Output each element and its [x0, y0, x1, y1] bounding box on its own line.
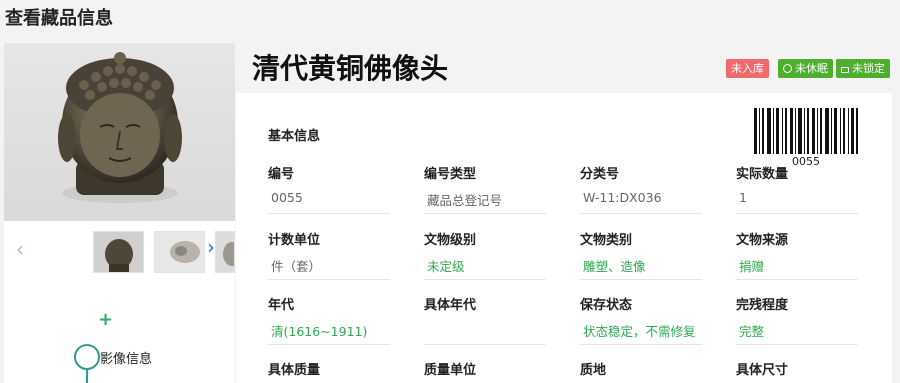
barcode-number: 0055: [792, 155, 820, 168]
field-divider: [736, 344, 858, 345]
section-title: 基本信息: [268, 129, 321, 144]
object-header: 清代黄铜佛像头 未入库 未休眠 未锁定: [236, 43, 900, 93]
object-thumb-icon: [216, 232, 234, 272]
barcode-icon: [754, 108, 858, 154]
field-value: 状态稳定，不需修复: [583, 324, 696, 339]
thumbnail-strip: ‹ ›: [4, 229, 235, 273]
field-divider: [268, 279, 390, 280]
field-divider: [424, 344, 546, 345]
field-label: 具体质量: [268, 363, 321, 378]
chevron-right-icon[interactable]: ›: [207, 235, 215, 259]
status-badge-sleep: 未休眠: [778, 59, 833, 78]
status-badge-sleep-label: 未休眠: [795, 62, 828, 75]
object-thumb-icon: [155, 232, 204, 272]
field-label: 年代: [268, 298, 295, 313]
field-divider: [268, 344, 390, 345]
basic-info-card: 基本信息 0055 编号 0055 编号类型藏品总登记号 分类号 W-11:DX036 实…: [236, 93, 892, 383]
field-label: 编号: [268, 167, 295, 182]
status-badge-lock: 未锁定: [836, 59, 890, 78]
field-label: 质地: [580, 363, 607, 378]
timeline-label-image-info[interactable]: 影像信息: [100, 348, 153, 367]
field-value: 未定级: [427, 259, 465, 274]
field-value: 捐赠: [739, 259, 765, 274]
gallery-panel: ‹ › + 影像信息: [4, 43, 235, 383]
add-image-button[interactable]: +: [98, 309, 113, 330]
thumbnail-1[interactable]: [93, 231, 144, 273]
field-value: W-11:DX036: [583, 190, 662, 205]
field-label: 具体年代: [424, 298, 477, 313]
field-label: 分类号: [580, 167, 620, 182]
field-label: 保存状态: [580, 298, 633, 313]
field-label: 文物类别: [580, 233, 633, 248]
field-value: 雕塑、造像: [583, 259, 646, 274]
thumbnail-2[interactable]: [154, 231, 205, 273]
field-divider: [424, 213, 546, 214]
object-title: 清代黄铜佛像头: [252, 52, 449, 85]
field-label: 具体尺寸: [736, 363, 789, 378]
field-divider: [580, 213, 702, 214]
buddha-head-image: [58, 52, 182, 203]
status-badge-lock-label: 未锁定: [852, 62, 885, 75]
field-value: 藏品总登记号: [427, 193, 503, 208]
field-label: 文物来源: [736, 233, 789, 248]
page-title: 查看藏品信息: [5, 8, 113, 29]
field-value: 清(1616~1911): [271, 324, 368, 339]
field-label: 编号类型: [424, 167, 477, 182]
field-divider: [424, 279, 546, 280]
field-value: 0055: [271, 190, 303, 205]
field-divider: [736, 213, 858, 214]
buddha-thumb-icon: [94, 232, 143, 272]
field-value: 完整: [739, 324, 765, 339]
field-value: 1: [739, 190, 747, 205]
field-value: 件（套）: [271, 259, 322, 274]
field-divider: [736, 279, 858, 280]
field-divider: [268, 213, 390, 214]
clock-icon: [783, 64, 792, 73]
thumbnail-3[interactable]: [215, 231, 235, 273]
field-label: 质量单位: [424, 363, 477, 378]
lock-icon: [841, 67, 849, 73]
status-badge-storage: 未入库: [726, 59, 769, 78]
field-divider: [580, 344, 702, 345]
field-label: 文物级别: [424, 233, 477, 248]
timeline-node-icon: [74, 344, 100, 370]
field-label: 计数单位: [268, 233, 321, 248]
field-label: 完残程度: [736, 298, 789, 313]
chevron-left-icon[interactable]: ‹: [16, 237, 24, 261]
main-photo[interactable]: [4, 43, 235, 221]
field-divider: [580, 279, 702, 280]
field-label: 实际数量: [736, 167, 789, 182]
timeline-line: [86, 370, 88, 383]
